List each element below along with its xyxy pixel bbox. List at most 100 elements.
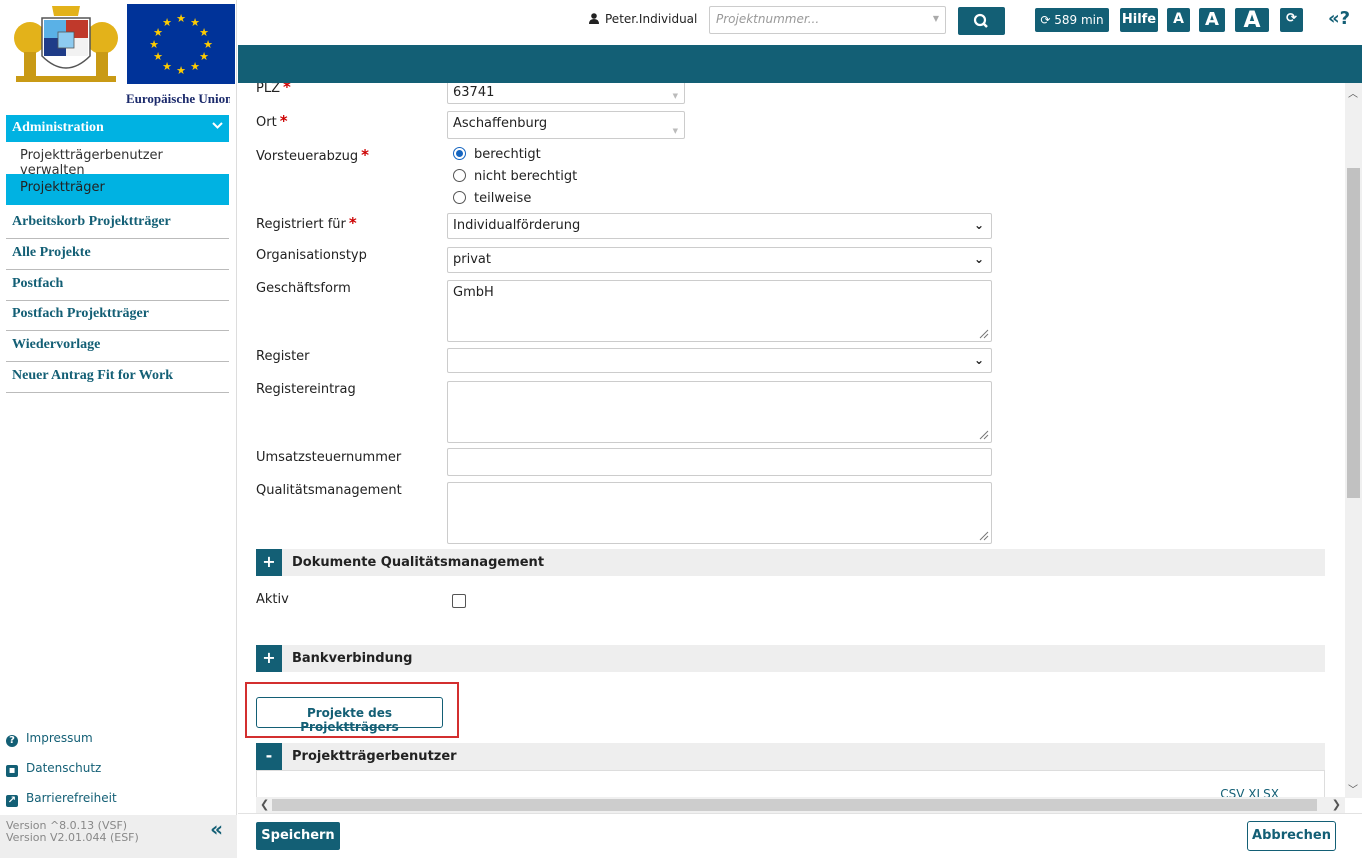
geschaeftsform-textarea[interactable]: GmbH <box>447 280 992 342</box>
register-select[interactable]: ⌄ <box>447 348 992 373</box>
help-button[interactable]: Hilfe <box>1120 8 1158 32</box>
horizontal-scrollbar[interactable]: ❮ ❯ <box>256 797 1345 813</box>
registereintrag-textarea[interactable] <box>447 381 992 443</box>
version-info: Version ^8.0.13 (VSF) Version V2.01.044 … <box>0 815 237 858</box>
id-card-icon: ▪ <box>6 765 18 777</box>
scroll-right-icon[interactable]: ❯ <box>1332 798 1341 811</box>
section-bankverbindung[interactable]: + Bankverbindung <box>256 645 1325 672</box>
nav-alle-projekte[interactable]: Alle Projekte <box>6 239 229 270</box>
registriert-value: Individualförderung <box>453 218 581 233</box>
nav-sub-projekttraeger[interactable]: Projektträger <box>6 174 229 205</box>
project-search-input[interactable]: Projektnummer... ▼ <box>709 6 946 34</box>
nav-arbeitskorb[interactable]: Arbeitskorb Projektträger <box>6 208 229 239</box>
nav-sub-benutzer-verwalten[interactable]: Projektträgerbenutzer verwalten <box>6 142 229 178</box>
collapse-icon[interactable]: - <box>256 743 282 770</box>
chevron-down-icon: ⌄ <box>973 252 984 266</box>
organisationstyp-select[interactable]: privat ⌄ <box>447 247 992 273</box>
ort-value: Aschaffenburg <box>453 116 548 131</box>
expand-icon[interactable]: + <box>256 549 282 576</box>
section-projekttraegerbenutzer[interactable]: - Projektträgerbenutzer <box>256 743 1325 770</box>
resize-handle-icon <box>979 531 989 541</box>
dropdown-arrow-icon: ▼ <box>672 127 678 135</box>
user-name: Peter.Individual <box>605 12 698 26</box>
section-bankverbindung-title: Bankverbindung <box>292 651 413 666</box>
scroll-down-icon[interactable]: ﹀ <box>1348 781 1358 796</box>
barrierefreiheit-link[interactable]: ↗ Barrierefreiheit <box>6 791 117 807</box>
collapse-sidebar-icon[interactable]: « <box>210 819 223 839</box>
nav-administration[interactable]: Administration <box>6 115 229 142</box>
radio-nicht-berechtigt[interactable]: nicht berechtigt <box>453 169 577 184</box>
logo-area: ★ ★ ★ ★ ★ ★ ★ ★ ★ ★ ★ ★ <box>6 4 235 84</box>
section-projekttraegerbenutzer-title: Projektträgerbenutzer <box>292 749 457 764</box>
svg-text:★: ★ <box>149 38 159 51</box>
umsatzsteuernummer-field[interactable] <box>447 448 992 476</box>
version-esf: Version V2.01.044 (ESF) <box>6 831 139 844</box>
chevron-down-icon <box>212 119 223 135</box>
geschaeftsform-label: Geschäftsform <box>256 281 351 296</box>
radio-teilweise[interactable]: teilweise <box>453 191 531 206</box>
form-area: PLZ * 63741 ▼ Ort * Aschaffenburg ▼ Vorste… <box>238 83 1345 813</box>
svg-text:★: ★ <box>199 50 209 63</box>
nav-postfach[interactable]: Postfach <box>6 270 229 301</box>
vertical-scrollbar[interactable]: ︿ ﹀ <box>1345 83 1362 798</box>
registriert-label: Registriert für * <box>256 214 357 232</box>
header-band <box>238 45 1362 83</box>
registriert-select[interactable]: Individualförderung ⌄ <box>447 213 992 239</box>
cancel-button[interactable]: Abbrechen <box>1247 821 1336 851</box>
svg-text:★: ★ <box>162 16 172 29</box>
user-info: Peter.Individual <box>589 12 697 26</box>
svg-text:★: ★ <box>176 12 186 25</box>
save-button[interactable]: Speichern <box>256 822 340 850</box>
bavaria-coat-of-arms-logo <box>6 4 125 84</box>
eu-flag-logo: ★ ★ ★ ★ ★ ★ ★ ★ ★ ★ ★ ★ <box>127 4 235 84</box>
top-bar: Peter.Individual Projektnummer... ▼ ⟳ 58… <box>238 0 1362 45</box>
external-link-icon: ↗ <box>6 795 18 807</box>
nav-postfach-projekttraeger[interactable]: Postfach Projektträger <box>6 300 229 331</box>
svg-text:★: ★ <box>190 60 200 73</box>
projekte-des-projekttraegers-button[interactable]: Projekte des Projektträgers <box>256 697 443 734</box>
help-panel-toggle[interactable]: «? <box>1328 8 1350 29</box>
aktiv-label: Aktiv <box>256 592 289 607</box>
plz-field[interactable]: 63741 ▼ <box>447 83 685 104</box>
chevron-down-icon: ⌄ <box>973 218 984 232</box>
eu-caption: Europäische Union <box>126 91 230 106</box>
session-timer-button[interactable]: ⟳ 589 min <box>1035 8 1109 32</box>
refresh-icon: ⟳ <box>1040 13 1051 27</box>
radio-selected-icon <box>453 147 466 160</box>
search-placeholder: Projektnummer... <box>716 12 820 26</box>
resize-handle-icon <box>979 430 989 440</box>
nav-neuer-antrag[interactable]: Neuer Antrag Fit for Work <box>6 362 229 393</box>
expand-icon[interactable]: + <box>256 645 282 672</box>
session-time: 589 min <box>1054 13 1104 27</box>
scroll-up-icon[interactable]: ︿ <box>1348 85 1358 100</box>
impressum-label: Impressum <box>26 731 93 745</box>
font-size-large-button[interactable]: A <box>1235 8 1269 33</box>
impressum-link[interactable]: ? Impressum <box>6 731 93 747</box>
font-size-small-button[interactable]: A <box>1167 8 1190 32</box>
scrollbar-thumb[interactable] <box>1347 168 1360 498</box>
reset-font-button[interactable]: ⟳ <box>1280 8 1303 32</box>
vorsteuerabzug-label: Vorsteuerabzug * <box>256 146 370 164</box>
section-dokumente-qm-title: Dokumente Qualitätsmanagement <box>292 555 545 570</box>
search-button[interactable] <box>958 7 1005 35</box>
radio-berechtigt[interactable]: berechtigt <box>453 147 541 162</box>
ort-field[interactable]: Aschaffenburg ▼ <box>447 111 685 139</box>
nav-wiedervorlage[interactable]: Wiedervorlage <box>6 331 229 362</box>
scrollbar-thumb[interactable] <box>272 799 1317 811</box>
qualitaetsmanagement-textarea[interactable] <box>447 482 992 544</box>
search-icon <box>973 13 988 28</box>
register-label: Register <box>256 349 310 364</box>
qualitaetsmanagement-label: Qualitätsmanagement <box>256 483 402 498</box>
section-dokumente-qm[interactable]: + Dokumente Qualitätsmanagement <box>256 549 1325 576</box>
datenschutz-link[interactable]: ▪ Datenschutz <box>6 761 101 777</box>
datenschutz-label: Datenschutz <box>26 761 102 775</box>
svg-text:★: ★ <box>176 64 186 77</box>
aktiv-checkbox[interactable] <box>452 594 466 608</box>
nav-administration-label: Administration <box>12 120 104 135</box>
organisationstyp-value: privat <box>453 252 491 267</box>
font-size-medium-button[interactable]: A <box>1199 8 1225 32</box>
svg-text:★: ★ <box>162 60 172 73</box>
radio-unselected-icon <box>453 169 466 182</box>
bottom-bar: Speichern Abbrechen <box>238 813 1362 858</box>
scroll-left-icon[interactable]: ❮ <box>260 798 269 811</box>
